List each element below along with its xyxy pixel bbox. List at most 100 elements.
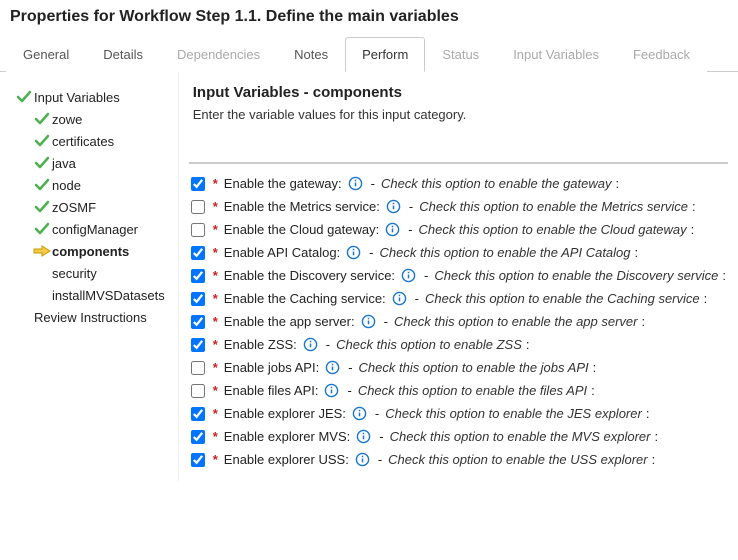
separator: -	[369, 245, 373, 260]
sidebar-item-label: certificates	[52, 134, 114, 149]
info-icon[interactable]	[348, 176, 363, 191]
content-panel: Input Variables - components Enter the v…	[178, 72, 738, 481]
info-icon[interactable]	[386, 199, 401, 214]
required-indicator: *	[213, 199, 218, 214]
info-icon[interactable]	[324, 383, 339, 398]
sidebar-item-label: components	[52, 244, 129, 259]
sidebar-item-label: Review Instructions	[34, 310, 147, 325]
option-checkbox[interactable]	[191, 384, 205, 398]
option-checkbox[interactable]	[191, 430, 205, 444]
separator: -	[348, 360, 352, 375]
option-hint: Check this option to enable the API Cata…	[380, 245, 631, 260]
info-icon[interactable]	[361, 314, 376, 329]
sidebar-item-label: Input Variables	[34, 90, 120, 105]
separator: -	[347, 383, 351, 398]
separator: -	[415, 291, 419, 306]
info-icon[interactable]	[352, 406, 367, 421]
option-label: Enable the Metrics service:	[224, 199, 380, 214]
separator: -	[375, 406, 379, 421]
required-indicator: *	[213, 452, 218, 467]
info-icon[interactable]	[346, 245, 361, 260]
sidebar-item-input-variables[interactable]: Input Variables	[14, 86, 170, 108]
info-icon[interactable]	[385, 222, 400, 237]
option-checkbox[interactable]	[191, 223, 205, 237]
info-icon[interactable]	[401, 268, 416, 283]
check-icon	[32, 177, 52, 193]
check-icon	[32, 221, 52, 237]
sidebar-item-node[interactable]: node	[14, 174, 170, 196]
option-hint: Check this option to enable the Metrics …	[419, 199, 688, 214]
option-row: *Enable the Discovery service:-Check thi…	[189, 264, 728, 287]
tab-general[interactable]: General	[6, 37, 86, 72]
option-checkbox[interactable]	[191, 177, 205, 191]
sidebar-item-zosmf[interactable]: zOSMF	[14, 196, 170, 218]
sidebar-item-configmanager[interactable]: configManager	[14, 218, 170, 240]
separator: -	[408, 222, 412, 237]
required-indicator: *	[213, 383, 218, 398]
option-hint: Check this option to enable the Caching …	[425, 291, 700, 306]
check-icon	[32, 199, 52, 215]
option-hint: Check this option to enable the files AP…	[358, 383, 587, 398]
option-row: *Enable the gateway:-Check this option t…	[189, 172, 728, 195]
hint-tail: :	[593, 360, 597, 375]
option-label: Enable jobs API:	[224, 360, 319, 375]
sidebar: Input Variables zowe certificates java nodez…	[0, 72, 178, 481]
sidebar-item-review-instructions[interactable]: Review Instructions	[14, 306, 170, 328]
hint-tail: :	[616, 176, 620, 191]
sidebar-item-components[interactable]: components	[14, 240, 170, 262]
info-icon[interactable]	[356, 429, 371, 444]
option-checkbox[interactable]	[191, 269, 205, 283]
options-list: *Enable the gateway:-Check this option t…	[189, 172, 728, 471]
hint-tail: :	[691, 222, 695, 237]
tab-perform[interactable]: Perform	[345, 37, 425, 72]
required-indicator: *	[213, 360, 218, 375]
tab-details[interactable]: Details	[86, 37, 160, 72]
sidebar-item-label: java	[52, 156, 76, 171]
option-checkbox[interactable]	[191, 200, 205, 214]
separator: -	[371, 176, 375, 191]
check-icon	[32, 155, 52, 171]
sidebar-item-label: zowe	[52, 112, 82, 127]
hint-tail: :	[652, 452, 656, 467]
panel-title: Input Variables - components	[193, 84, 724, 101]
hint-tail: :	[704, 291, 708, 306]
option-label: Enable the gateway:	[224, 176, 342, 191]
option-checkbox[interactable]	[191, 453, 205, 467]
sidebar-item-label: security	[52, 266, 97, 281]
option-checkbox[interactable]	[191, 338, 205, 352]
option-label: Enable the app server:	[224, 314, 355, 329]
tabs: GeneralDetailsDependenciesNotesPerformSt…	[0, 36, 738, 72]
info-icon[interactable]	[392, 291, 407, 306]
option-hint: Check this option to enable the USS expl…	[388, 452, 647, 467]
sidebar-item-installmvsdatasets[interactable]: installMVSDatasets	[14, 284, 170, 306]
option-checkbox[interactable]	[191, 246, 205, 260]
info-icon[interactable]	[325, 360, 340, 375]
tab-input-variables: Input Variables	[496, 37, 616, 72]
option-row: *Enable the Caching service:-Check this …	[189, 287, 728, 310]
info-icon[interactable]	[303, 337, 318, 352]
option-checkbox[interactable]	[191, 315, 205, 329]
separator: -	[379, 429, 383, 444]
tab-status: Status	[425, 37, 496, 72]
separator: -	[326, 337, 330, 352]
option-checkbox[interactable]	[191, 407, 205, 421]
sidebar-item-java[interactable]: java	[14, 152, 170, 174]
separator: -	[424, 268, 428, 283]
tab-notes[interactable]: Notes	[277, 37, 345, 72]
option-checkbox[interactable]	[191, 292, 205, 306]
required-indicator: *	[213, 429, 218, 444]
option-checkbox[interactable]	[191, 361, 205, 375]
required-indicator: *	[213, 314, 218, 329]
info-icon[interactable]	[355, 452, 370, 467]
option-row: *Enable the app server:-Check this optio…	[189, 310, 728, 333]
option-hint: Check this option to enable the jobs API	[359, 360, 589, 375]
hint-tail: :	[635, 245, 639, 260]
sidebar-item-security[interactable]: security	[14, 262, 170, 284]
hint-tail: :	[654, 429, 658, 444]
option-row: *Enable explorer JES:-Check this option …	[189, 402, 728, 425]
sidebar-item-certificates[interactable]: certificates	[14, 130, 170, 152]
sidebar-item-zowe[interactable]: zowe	[14, 108, 170, 130]
check-icon	[32, 133, 52, 149]
option-row: *Enable API Catalog:-Check this option t…	[189, 241, 728, 264]
hint-tail: :	[642, 314, 646, 329]
